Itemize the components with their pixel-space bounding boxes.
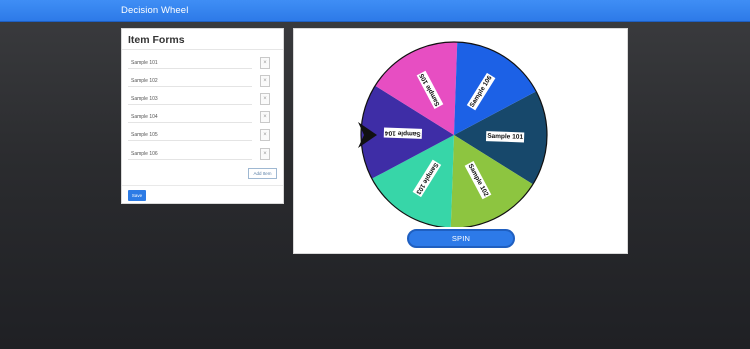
- item-input[interactable]: [128, 75, 252, 87]
- item-forms-heading: Item Forms: [128, 34, 185, 46]
- item-row: ×: [128, 93, 278, 105]
- item-row: ×: [128, 57, 278, 69]
- add-item-button[interactable]: Add Item: [248, 168, 277, 179]
- remove-item-button[interactable]: ×: [260, 129, 270, 141]
- divider: [122, 185, 283, 186]
- remove-item-button[interactable]: ×: [260, 148, 270, 160]
- wheel-segment-label: Sample 101: [485, 131, 525, 143]
- item-row: ×: [128, 75, 278, 87]
- item-input[interactable]: [128, 93, 252, 105]
- remove-item-button[interactable]: ×: [260, 75, 270, 87]
- navbar: Decision Wheel: [0, 0, 750, 22]
- app-title[interactable]: Decision Wheel: [121, 5, 188, 16]
- spin-button[interactable]: SPIN: [407, 229, 515, 248]
- item-input[interactable]: [128, 111, 252, 123]
- item-input[interactable]: [128, 148, 252, 160]
- decision-wheel[interactable]: Sample 101Sample 102Sample 103Sample 104…: [354, 35, 560, 227]
- wheel-panel: Sample 101 Sample 102 Sample 103 Sample 104…: [293, 28, 628, 254]
- remove-item-button[interactable]: ×: [260, 111, 270, 123]
- segment-label-text: Sample 104: [385, 129, 421, 137]
- wheel-segment-label: Sample 104: [383, 127, 423, 139]
- item-forms-panel: Item Forms × × × × × × Add Item Save: [121, 28, 284, 204]
- item-row: ×: [128, 148, 278, 160]
- remove-item-button[interactable]: ×: [260, 93, 270, 105]
- item-input[interactable]: [128, 129, 252, 141]
- segment-label-text: Sample 101: [487, 133, 523, 141]
- item-input[interactable]: [128, 57, 252, 69]
- item-row: ×: [128, 111, 278, 123]
- item-row: ×: [128, 129, 278, 141]
- remove-item-button[interactable]: ×: [260, 57, 270, 69]
- divider: [122, 49, 283, 50]
- save-button[interactable]: Save: [128, 190, 146, 201]
